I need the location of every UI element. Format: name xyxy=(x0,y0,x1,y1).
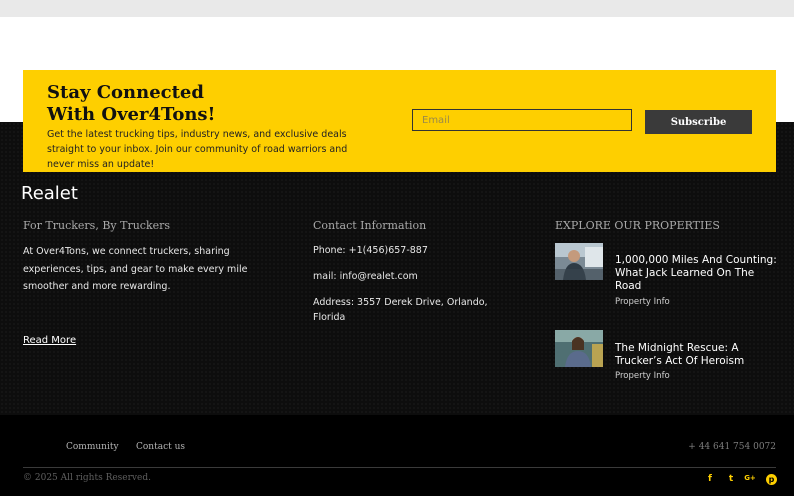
post-title[interactable]: 1,000,000 Miles And Counting: What Jack … xyxy=(615,254,780,293)
bottom-divider xyxy=(23,467,776,468)
about-heading: For Truckers, By Truckers xyxy=(23,219,171,232)
newsletter-title-line1: Stay Connected xyxy=(47,82,204,103)
newsletter-description: Get the latest trucking tips, industry n… xyxy=(47,129,348,170)
twitter-icon[interactable]: t xyxy=(725,474,737,484)
newsletter-title-line2: With Over4Tons! xyxy=(47,104,216,125)
bottom-bar: Community Contact us + 44 641 754 0072 ©… xyxy=(0,415,794,496)
subscribe-button[interactable]: Subscribe xyxy=(645,110,752,134)
post-category[interactable]: Property Info xyxy=(615,371,670,381)
pinterest-icon[interactable]: p xyxy=(766,474,777,485)
footer-brand-logo[interactable]: Realet xyxy=(21,183,78,204)
facebook-icon[interactable]: f xyxy=(704,474,716,484)
google-plus-icon[interactable]: G+ xyxy=(744,474,756,482)
copyright-text: © 2025 All rights Reserved. xyxy=(23,473,151,483)
bottom-phone[interactable]: + 44 641 754 0072 xyxy=(688,442,776,452)
property-post[interactable]: The Midnight Rescue: A Trucker’s Act Of … xyxy=(555,330,785,385)
properties-heading: EXPLORE OUR PROPERTIES xyxy=(555,219,720,232)
post-title[interactable]: The Midnight Rescue: A Trucker’s Act Of … xyxy=(615,342,780,368)
property-post[interactable]: 1,000,000 Miles And Counting: What Jack … xyxy=(555,243,785,313)
newsletter-title: Stay Connected With Over4Tons! xyxy=(47,82,267,126)
read-more-link[interactable]: Read More xyxy=(23,335,76,346)
nav-community[interactable]: Community xyxy=(66,442,119,452)
post-thumbnail-trucker-cab[interactable] xyxy=(555,243,603,280)
post-category[interactable]: Property Info xyxy=(615,297,670,307)
newsletter-banner: Stay Connected With Over4Tons! Get the l… xyxy=(23,70,776,172)
contact-address: Address: 3557 Derek Drive, Orlando, Flor… xyxy=(313,297,488,323)
contact-phone[interactable]: Phone: +1(456)657-887 xyxy=(313,243,428,258)
about-text: At Over4Tons, we connect truckers, shari… xyxy=(23,246,248,292)
nav-contact-us[interactable]: Contact us xyxy=(136,442,185,452)
contact-email[interactable]: mail: info@realet.com xyxy=(313,269,418,284)
email-input[interactable] xyxy=(412,109,632,131)
top-strip xyxy=(0,0,794,17)
post-thumbnail-woman-trucker[interactable] xyxy=(555,330,603,367)
contact-heading: Contact Information xyxy=(313,219,427,232)
